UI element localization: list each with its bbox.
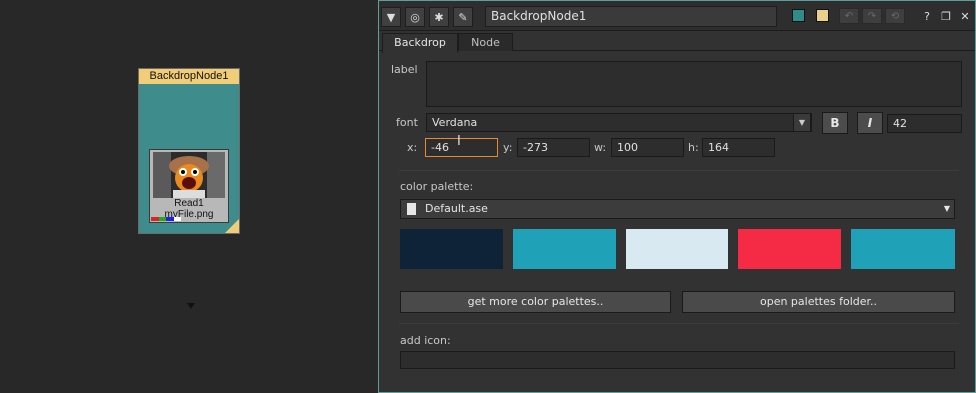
add-icon-field[interactable] bbox=[400, 351, 955, 369]
backdrop-node-title: BackdropNode1 bbox=[139, 69, 239, 84]
redo-icon[interactable]: ↷ bbox=[862, 8, 882, 24]
tab-node[interactable]: Node bbox=[458, 33, 513, 51]
panel-header: ▼ ◎ ✱ ✎ BackdropNode1 ↶ ↷ ⟲ ? ❐ ✕ bbox=[379, 1, 975, 31]
bold-button[interactable]: B bbox=[822, 112, 848, 134]
chevron-down-icon: ▼ bbox=[943, 204, 950, 213]
palette-select-value: Default.ase bbox=[425, 202, 488, 215]
bug-icon[interactable]: ✱ bbox=[429, 7, 449, 27]
font-color-button[interactable] bbox=[816, 9, 829, 22]
divider bbox=[399, 170, 959, 171]
channel-indicator bbox=[151, 217, 181, 221]
tab-backdrop[interactable]: Backdrop bbox=[382, 33, 458, 53]
text-cursor-icon: Ⅰ bbox=[457, 134, 461, 149]
y-label: y: bbox=[503, 141, 513, 154]
x-field[interactable]: -46 bbox=[425, 138, 498, 157]
read-node-label: Read1 bbox=[174, 198, 204, 209]
read-node[interactable]: Read1 myFile.png bbox=[149, 149, 229, 309]
node-name-field[interactable]: BackdropNode1 bbox=[485, 6, 777, 27]
palette-swatch-1[interactable] bbox=[400, 229, 503, 269]
w-label: w: bbox=[594, 141, 607, 154]
palette-swatch-4[interactable] bbox=[738, 229, 841, 269]
chevron-down-icon[interactable]: ▼ bbox=[793, 113, 811, 132]
output-arrow-icon[interactable] bbox=[187, 303, 195, 309]
w-field[interactable]: 100 bbox=[611, 138, 684, 157]
add-icon-label: add icon: bbox=[400, 334, 451, 347]
italic-button[interactable]: I bbox=[857, 112, 883, 134]
label-field-label: label bbox=[391, 63, 418, 76]
palette-swatch-3[interactable] bbox=[626, 229, 728, 269]
palette-swatch-2[interactable] bbox=[513, 229, 616, 269]
font-size-field[interactable]: 42 bbox=[887, 114, 962, 133]
divider bbox=[399, 323, 959, 324]
revert-icon[interactable]: ⟲ bbox=[885, 8, 905, 24]
open-palettes-folder-button[interactable]: open palettes folder.. bbox=[682, 291, 955, 313]
backdrop-resize-handle[interactable] bbox=[225, 219, 239, 233]
y-field[interactable]: -273 bbox=[517, 138, 590, 157]
h-label: h: bbox=[688, 141, 699, 154]
wrench-icon[interactable]: ✎ bbox=[453, 7, 473, 27]
label-textarea[interactable] bbox=[426, 61, 962, 107]
tile-color-button[interactable] bbox=[792, 9, 805, 22]
get-more-palettes-button[interactable]: get more color palettes.. bbox=[400, 291, 671, 313]
read-node-thumbnail bbox=[153, 152, 225, 198]
document-icon bbox=[407, 203, 416, 215]
tab-bar: Backdrop Node bbox=[379, 31, 975, 53]
float-icon[interactable]: ❐ bbox=[939, 8, 953, 24]
font-family-select[interactable]: Verdana bbox=[426, 113, 812, 132]
x-label: x: bbox=[407, 141, 418, 154]
palette-select[interactable]: Default.ase ▼ bbox=[400, 199, 955, 219]
close-icon[interactable]: ✕ bbox=[958, 8, 972, 24]
font-label: font bbox=[396, 116, 418, 129]
h-field[interactable]: 164 bbox=[702, 138, 775, 157]
palette-swatch-5[interactable] bbox=[851, 229, 955, 269]
color-palette-label: color palette: bbox=[400, 180, 474, 193]
help-icon[interactable]: ? bbox=[920, 8, 934, 24]
properties-panel: ▼ ◎ ✱ ✎ BackdropNode1 ↶ ↷ ⟲ ? ❐ ✕ Backdr… bbox=[378, 0, 976, 393]
viewer-icon[interactable]: ◎ bbox=[405, 7, 425, 27]
collapse-icon[interactable]: ▼ bbox=[381, 7, 401, 27]
node-graph[interactable]: BackdropNode1 Read1 myFile.png bbox=[0, 0, 378, 393]
undo-icon[interactable]: ↶ bbox=[839, 8, 859, 24]
backdrop-node[interactable]: BackdropNode1 Read1 myFile.png bbox=[138, 68, 240, 309]
